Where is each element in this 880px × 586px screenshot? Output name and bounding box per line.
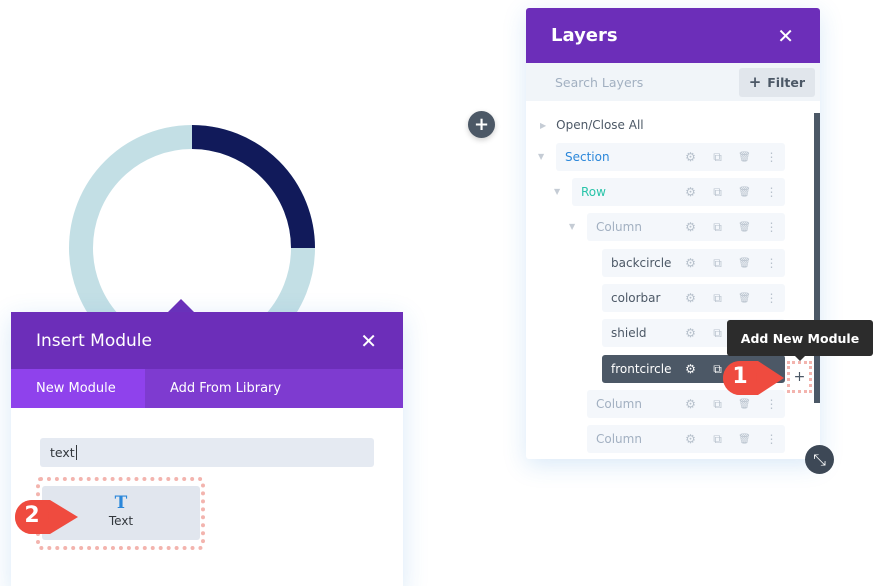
gear-icon[interactable]: ⚙ xyxy=(677,256,704,270)
add-new-module-tooltip: Add New Module xyxy=(727,320,873,361)
layer-row[interactable]: Section ⚙ ⧉ 🗑 ⋮ xyxy=(556,143,785,171)
layer-label: Column xyxy=(596,397,642,411)
resize-handle-icon[interactable]: ⤡ xyxy=(805,445,834,474)
search-layers-input[interactable]: Search Layers xyxy=(555,75,643,90)
more-icon[interactable]: ⋮ xyxy=(758,291,785,305)
gear-icon[interactable]: ⚙ xyxy=(677,150,704,164)
more-icon[interactable]: ⋮ xyxy=(758,397,785,411)
layer-actions: ⚙⧉🗑⋮ xyxy=(677,185,785,200)
trash-icon[interactable]: 🗑 xyxy=(731,399,758,410)
layer-label: Column xyxy=(596,220,642,234)
layer-label: shield xyxy=(611,326,647,340)
layers-tree: ▶ Open/Close All ▼ Section ⚙ ⧉ 🗑 ⋮ ▼ Row ⚙ ⧉ 🗑 ⋮ ▼ Co… xyxy=(526,101,820,459)
close-icon[interactable]: ✕ xyxy=(360,329,377,353)
more-icon[interactable]: ⋮ xyxy=(758,220,785,234)
gear-icon[interactable]: ⚙ xyxy=(677,362,704,376)
gear-icon[interactable]: ⚙ xyxy=(677,185,704,199)
duplicate-icon[interactable]: ⧉ xyxy=(704,256,731,271)
caret-right-icon: ▶ xyxy=(540,120,547,130)
gear-icon[interactable]: ⚙ xyxy=(677,220,704,234)
open-close-all-label: Open/Close All xyxy=(556,118,644,132)
more-icon[interactable]: ⋮ xyxy=(758,256,785,270)
layer-actions: ⚙⧉🗑⋮ xyxy=(677,291,785,306)
trash-icon[interactable]: 🗑 xyxy=(731,152,758,163)
layer-row[interactable]: backcircle ⚙ ⧉ 🗑 ⋮ xyxy=(602,249,785,277)
more-icon[interactable]: ⋮ xyxy=(758,432,785,446)
insert-module-title: Insert Module xyxy=(36,330,152,351)
step-badge-1: 1 xyxy=(722,359,784,395)
layers-search-bar: Search Layers + Filter xyxy=(526,63,820,101)
duplicate-icon[interactable]: ⧉ xyxy=(704,185,731,200)
module-search-input[interactable]: text xyxy=(40,438,374,467)
layer-row[interactable]: Column ⚙ ⧉ 🗑 ⋮ xyxy=(587,213,785,241)
insert-module-tabs: New Module Add From Library xyxy=(11,369,403,408)
caret-down-icon[interactable]: ▼ xyxy=(538,152,544,161)
search-value: text xyxy=(50,445,75,460)
plus-icon: + xyxy=(748,73,762,91)
step-badge-2: 2 xyxy=(14,498,78,534)
duplicate-icon[interactable]: ⧉ xyxy=(704,150,731,165)
caret-down-icon[interactable]: ▼ xyxy=(569,222,575,231)
gear-icon[interactable]: ⚙ xyxy=(677,291,704,305)
trash-icon[interactable]: 🗑 xyxy=(731,293,758,304)
layer-actions: ⚙⧉🗑⋮ xyxy=(677,256,785,271)
trash-icon[interactable]: 🗑 xyxy=(731,222,758,233)
popover-arrow xyxy=(168,299,194,312)
layer-row[interactable]: Column ⚙ ⧉ 🗑 ⋮ xyxy=(587,425,785,453)
layer-label: backcircle xyxy=(611,256,672,270)
scrollbar[interactable] xyxy=(814,113,820,403)
layer-row[interactable]: colorbar ⚙ ⧉ 🗑 ⋮ xyxy=(602,284,785,312)
close-icon[interactable]: ✕ xyxy=(777,24,794,48)
layer-label: Column xyxy=(596,432,642,446)
layer-row[interactable]: Row ⚙ ⧉ 🗑 ⋮ xyxy=(572,178,785,206)
insert-module-header: Insert Module ✕ xyxy=(11,312,403,369)
layers-header: Layers ✕ xyxy=(526,8,820,63)
duplicate-icon[interactable]: ⧉ xyxy=(704,291,731,306)
gear-icon[interactable]: ⚙ xyxy=(677,326,704,340)
donut-fill xyxy=(191,125,315,249)
tab-new-module[interactable]: New Module xyxy=(11,369,145,408)
layer-label: frontcircle xyxy=(611,362,672,376)
tab-add-from-library[interactable]: Add From Library xyxy=(145,369,306,408)
layer-actions: ⚙⧉🗑⋮ xyxy=(677,150,785,165)
layer-label: Section xyxy=(565,150,610,164)
filter-label: Filter xyxy=(767,74,805,90)
layer-label: colorbar xyxy=(611,291,661,305)
badge-number: 1 xyxy=(732,364,748,389)
open-close-all-toggle[interactable]: ▶ Open/Close All xyxy=(540,118,644,132)
layer-actions: ⚙⧉🗑⋮ xyxy=(677,220,785,235)
add-section-button[interactable]: + xyxy=(468,111,495,138)
gear-icon[interactable]: ⚙ xyxy=(677,397,704,411)
gear-icon[interactable]: ⚙ xyxy=(677,432,704,446)
filter-button[interactable]: + Filter xyxy=(738,67,815,97)
more-icon[interactable]: ⋮ xyxy=(758,185,785,199)
layers-title: Layers xyxy=(551,25,618,46)
duplicate-icon[interactable]: ⧉ xyxy=(704,220,731,235)
trash-icon[interactable]: 🗑 xyxy=(731,434,758,445)
layer-label: Row xyxy=(581,185,606,199)
duplicate-icon[interactable]: ⧉ xyxy=(704,432,731,447)
trash-icon[interactable]: 🗑 xyxy=(731,258,758,269)
insert-module-dialog: Insert Module ✕ New Module Add From Libr… xyxy=(11,312,403,586)
text-cursor xyxy=(75,445,77,460)
badge-number: 2 xyxy=(24,503,40,528)
more-icon[interactable]: ⋮ xyxy=(758,150,785,164)
caret-down-icon[interactable]: ▼ xyxy=(554,187,560,196)
trash-icon[interactable]: 🗑 xyxy=(731,187,758,198)
layer-actions: ⚙⧉🗑⋮ xyxy=(677,432,785,447)
